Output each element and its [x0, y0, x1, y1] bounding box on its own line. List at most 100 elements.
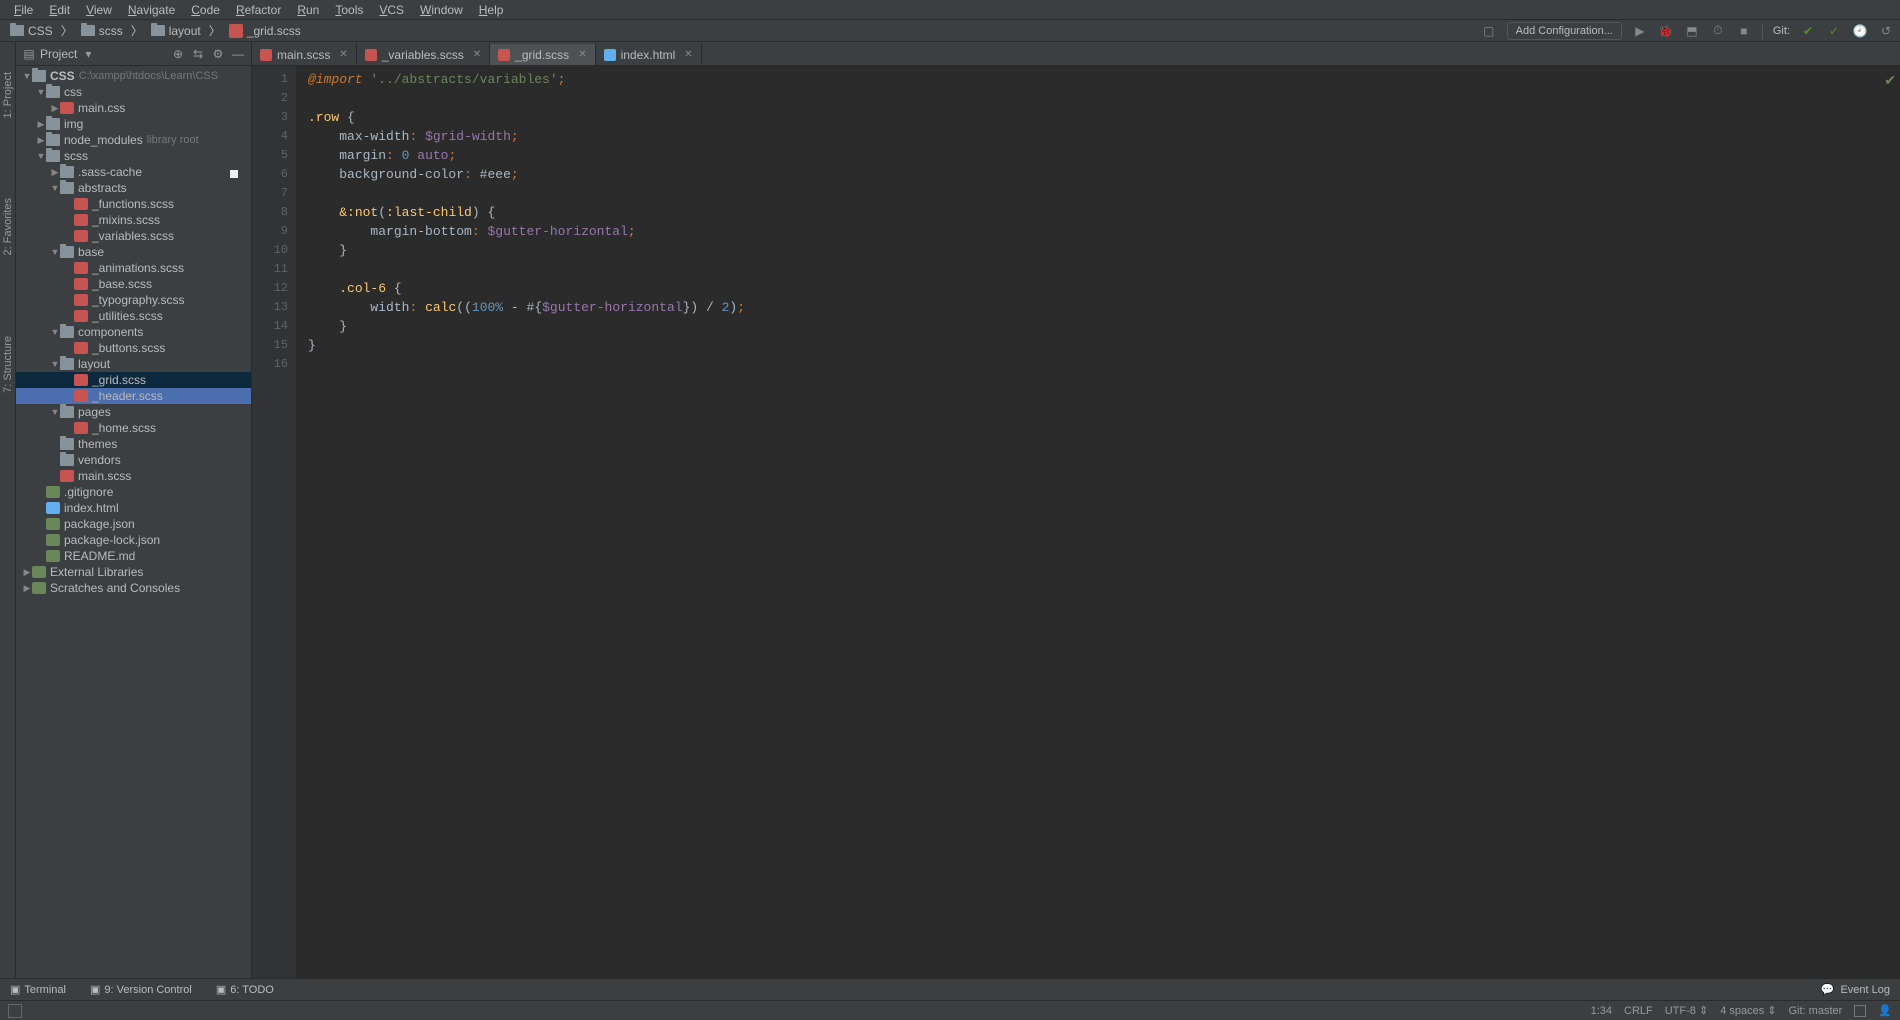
tree--grid-scss[interactable]: _grid.scss — [16, 372, 251, 388]
crumb-1[interactable]: scss — [77, 24, 127, 38]
code-line-9[interactable]: margin-bottom: $gutter-horizontal; — [308, 222, 1900, 241]
tree-img[interactable]: ▶img — [16, 116, 251, 132]
code-line-8[interactable]: &:not(:last-child) { — [308, 203, 1900, 222]
crumb-0[interactable]: CSS — [6, 24, 57, 38]
code-line-13[interactable]: width: calc((100% - #{$gutter-horizontal… — [308, 298, 1900, 317]
tree-index-html[interactable]: index.html — [16, 500, 251, 516]
sidebar-title[interactable]: Project — [40, 47, 77, 61]
git-branch[interactable]: Git: master — [1789, 1005, 1843, 1017]
menu-help[interactable]: Help — [471, 1, 512, 19]
tree-components[interactable]: ▼components — [16, 324, 251, 340]
tree-css[interactable]: ▼CSSC:\xampp\htdocs\Learn\CSS — [16, 68, 251, 84]
tree--typography-scss[interactable]: _typography.scss — [16, 292, 251, 308]
menu-window[interactable]: Window — [412, 1, 471, 19]
locate-icon[interactable]: ⊕ — [171, 47, 185, 61]
inspector-icon[interactable]: 👤 — [1878, 1004, 1892, 1017]
tool-window-icon[interactable] — [8, 1004, 22, 1018]
tree-external-libraries[interactable]: ▶External Libraries — [16, 564, 251, 580]
code-line-11[interactable] — [308, 260, 1900, 279]
tree-base[interactable]: ▼base — [16, 244, 251, 260]
tree-main-css[interactable]: ▶main.css — [16, 100, 251, 116]
code-line-16[interactable] — [308, 355, 1900, 374]
tree-layout[interactable]: ▼layout — [16, 356, 251, 372]
tab-index-html[interactable]: index.html✕ — [596, 43, 702, 65]
event-log[interactable]: Event Log — [1840, 984, 1890, 996]
crumb-3[interactable]: _grid.scss — [225, 24, 305, 38]
tool-strip-structure[interactable]: 7: Structure — [2, 336, 14, 393]
crumb-2[interactable]: layout — [147, 24, 205, 38]
tree--header-scss[interactable]: _header.scss — [16, 388, 251, 404]
git-commit-icon[interactable]: ✓ — [1826, 23, 1842, 39]
run-config[interactable]: Add Configuration... — [1507, 22, 1622, 40]
tool-strip-project[interactable]: 1: Project — [2, 72, 14, 118]
tree--functions-scss[interactable]: _functions.scss — [16, 196, 251, 212]
coverage-icon[interactable]: ⬒ — [1684, 23, 1700, 39]
tab-main-scss[interactable]: main.scss✕ — [252, 43, 357, 65]
readonly-icon[interactable] — [1854, 1005, 1866, 1017]
dropdown-icon[interactable]: ▾ — [81, 47, 95, 61]
tree--base-scss[interactable]: _base.scss — [16, 276, 251, 292]
tree--variables-scss[interactable]: _variables.scss — [16, 228, 251, 244]
menu-file[interactable]: File — [6, 1, 41, 19]
project-view-icon[interactable]: ▤ — [22, 47, 36, 61]
code-line-7[interactable] — [308, 184, 1900, 203]
tree-themes[interactable]: themes — [16, 436, 251, 452]
debug-icon[interactable]: 🐞 — [1658, 23, 1674, 39]
menu-refactor[interactable]: Refactor — [228, 1, 289, 19]
tab--grid-scss[interactable]: _grid.scss✕ — [490, 43, 595, 65]
code-line-1[interactable]: @import '../abstracts/variables'; — [308, 70, 1900, 89]
tree-package-lock-json[interactable]: package-lock.json — [16, 532, 251, 548]
tree-scratches-and-consoles[interactable]: ▶Scratches and Consoles — [16, 580, 251, 596]
run-icon[interactable]: ▶ — [1632, 23, 1648, 39]
stop-icon[interactable]: ■ — [1736, 23, 1752, 39]
tree-node-modules[interactable]: ▶node_moduleslibrary root — [16, 132, 251, 148]
code-line-10[interactable]: } — [308, 241, 1900, 260]
toolwindow-todo[interactable]: ▣6: TODO — [216, 983, 274, 996]
code-line-4[interactable]: max-width: $grid-width; — [308, 127, 1900, 146]
tree-readme-md[interactable]: README.md — [16, 548, 251, 564]
code-line-3[interactable]: .row { — [308, 108, 1900, 127]
tab--variables-scss[interactable]: _variables.scss✕ — [357, 43, 490, 65]
settings-icon[interactable]: ⚙ — [211, 47, 225, 61]
code-line-12[interactable]: .col-6 { — [308, 279, 1900, 298]
line-ending[interactable]: CRLF — [1624, 1005, 1653, 1017]
code-line-2[interactable] — [308, 89, 1900, 108]
menu-navigate[interactable]: Navigate — [120, 1, 183, 19]
layout-icon[interactable]: ▢ — [1481, 23, 1497, 39]
tree--gitignore[interactable]: .gitignore — [16, 484, 251, 500]
tree-pages[interactable]: ▼pages — [16, 404, 251, 420]
event-log-icon[interactable]: 💬 — [1821, 983, 1835, 996]
code-line-6[interactable]: background-color: #eee; — [308, 165, 1900, 184]
tree--mixins-scss[interactable]: _mixins.scss — [16, 212, 251, 228]
tree-scss[interactable]: ▼scss — [16, 148, 251, 164]
tree--utilities-scss[interactable]: _utilities.scss — [16, 308, 251, 324]
code-line-5[interactable]: margin: 0 auto; — [308, 146, 1900, 165]
git-update-icon[interactable]: ✔ — [1800, 23, 1816, 39]
tree-css[interactable]: ▼css — [16, 84, 251, 100]
expand-icon[interactable]: ⇆ — [191, 47, 205, 61]
menu-code[interactable]: Code — [183, 1, 228, 19]
tree-abstracts[interactable]: ▼abstracts — [16, 180, 251, 196]
project-tree[interactable]: ▼CSSC:\xampp\htdocs\Learn\CSS▼css▶main.c… — [16, 66, 251, 978]
tree--animations-scss[interactable]: _animations.scss — [16, 260, 251, 276]
menu-view[interactable]: View — [78, 1, 120, 19]
menu-edit[interactable]: Edit — [41, 1, 78, 19]
tree--home-scss[interactable]: _home.scss — [16, 420, 251, 436]
indent[interactable]: 4 spaces ⇕ — [1720, 1004, 1776, 1017]
menu-run[interactable]: Run — [289, 1, 327, 19]
menu-tools[interactable]: Tools — [327, 1, 371, 19]
tool-strip-favorites[interactable]: 2: Favorites — [2, 198, 14, 255]
git-history-icon[interactable]: 🕘 — [1852, 23, 1868, 39]
close-icon[interactable]: ✕ — [684, 49, 692, 60]
close-icon[interactable]: ✕ — [473, 49, 481, 60]
tree--buttons-scss[interactable]: _buttons.scss — [16, 340, 251, 356]
menu-vcs[interactable]: VCS — [371, 1, 412, 19]
git-revert-icon[interactable]: ↺ — [1878, 23, 1894, 39]
tree-vendors[interactable]: vendors — [16, 452, 251, 468]
code-line-15[interactable]: } — [308, 336, 1900, 355]
encoding[interactable]: UTF-8 ⇕ — [1665, 1004, 1708, 1017]
toolwindow-terminal[interactable]: ▣Terminal — [10, 983, 66, 996]
toolwindow-versioncontrol[interactable]: ▣9: Version Control — [90, 983, 192, 996]
tree--sass-cache[interactable]: ▶.sass-cache — [16, 164, 251, 180]
hide-icon[interactable]: — — [231, 47, 245, 61]
